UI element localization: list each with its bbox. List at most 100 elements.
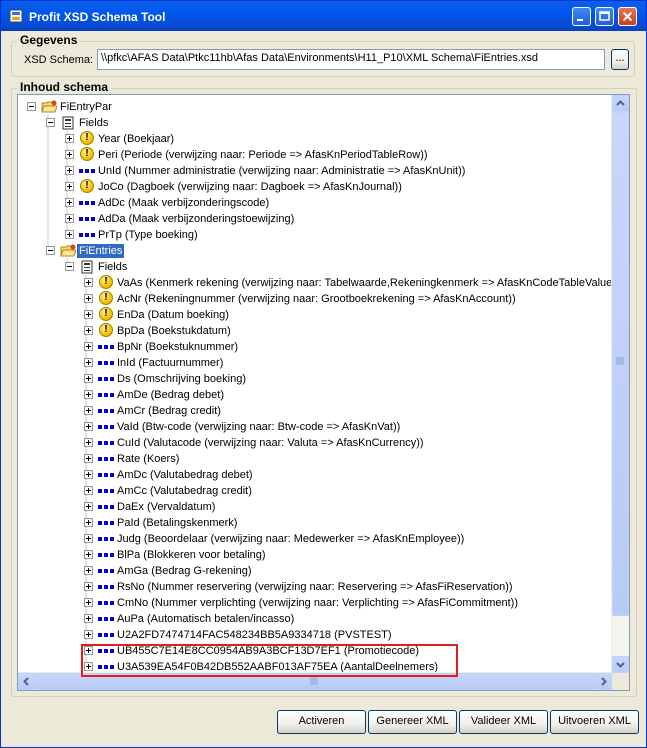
expand-icon[interactable]	[65, 198, 74, 207]
expand-icon[interactable]	[84, 358, 93, 367]
tree-node-label[interactable]: Fields	[79, 116, 108, 130]
expand-icon[interactable]	[84, 598, 93, 607]
expand-icon[interactable]	[84, 534, 93, 543]
expand-icon[interactable]	[65, 230, 74, 239]
browse-button[interactable]: ...	[611, 49, 629, 70]
tree-node[interactable]: PrTp (Type boeking)	[18, 227, 612, 243]
tree-node[interactable]: Rate (Koers)	[18, 451, 612, 467]
tree-node[interactable]: UnId (Nummer administratie (verwijzing n…	[18, 163, 612, 179]
expand-icon[interactable]	[84, 294, 93, 303]
tree-node-label[interactable]: AmDc (Valutabedrag debet)	[117, 468, 253, 482]
tree-node[interactable]: AmDc (Valutabedrag debet)	[18, 467, 612, 483]
tree-node[interactable]: InId (Factuurnummer)	[18, 355, 612, 371]
minimize-button[interactable]	[572, 7, 591, 26]
tree-node-label[interactable]: AmCr (Bedrag credit)	[117, 404, 221, 418]
uitvoeren-xml-button[interactable]: Uitvoeren XML	[550, 710, 639, 734]
tree-node[interactable]: AmDe (Bedrag debet)	[18, 387, 612, 403]
genereer-xml-button[interactable]: Genereer XML	[368, 710, 457, 734]
expand-icon[interactable]	[84, 470, 93, 479]
expand-icon[interactable]	[84, 438, 93, 447]
tree-node[interactable]: VaId (Btw-code (verwijzing naar: Btw-cod…	[18, 419, 612, 435]
tree-node[interactable]: AmCc (Valutabedrag credit)	[18, 483, 612, 499]
tree-node-label[interactable]: BpNr (Boekstuknummer)	[117, 340, 238, 354]
maximize-button[interactable]	[595, 7, 614, 26]
vertical-scroll-thumb[interactable]	[612, 112, 629, 616]
expand-icon[interactable]	[84, 582, 93, 591]
expand-icon[interactable]	[84, 454, 93, 463]
tree-node-label[interactable]: PrTp (Type boeking)	[98, 228, 198, 242]
tree-node-label[interactable]: AdDa (Maak verbijzonderingstoewijzing)	[98, 212, 294, 226]
tree-node[interactable]: BlPa (Blokkeren voor betaling)	[18, 547, 612, 563]
xsd-schema-path-field[interactable]: \\pfkc\AFAS Data\Ptkc11hb\Afas Data\Envi…	[97, 49, 605, 70]
tree-node-label[interactable]: FiEntries	[77, 244, 125, 258]
tree-node-label[interactable]: FiEntryPar	[60, 100, 112, 114]
expand-icon[interactable]	[84, 342, 93, 351]
tree-node[interactable]: ! Year (Boekjaar)	[18, 131, 612, 147]
tree-node[interactable]: CuId (Valutacode (verwijzing naar: Valut…	[18, 435, 612, 451]
activeren-button[interactable]: Activeren	[277, 710, 366, 734]
vertical-scrollbar[interactable]	[611, 95, 629, 673]
tree-node[interactable]: RsNo (Nummer reservering (verwijzing naa…	[18, 579, 612, 595]
expand-icon[interactable]	[84, 630, 93, 639]
valideer-xml-button[interactable]: Valideer XML	[459, 710, 548, 734]
tree-node-label[interactable]: AmGa (Bedrag G-rekening)	[117, 564, 252, 578]
scroll-down-button[interactable]	[612, 656, 629, 673]
tree-node-label[interactable]: DaEx (Vervaldatum)	[117, 500, 215, 514]
tree-node-label[interactable]: AmCc (Valutabedrag credit)	[117, 484, 252, 498]
expand-icon[interactable]	[84, 486, 93, 495]
expand-icon[interactable]	[84, 374, 93, 383]
tree-node[interactable]: BpNr (Boekstuknummer)	[18, 339, 612, 355]
expand-icon[interactable]	[84, 566, 93, 575]
scroll-left-button[interactable]	[18, 673, 35, 690]
expand-icon[interactable]	[84, 406, 93, 415]
tree-node-label[interactable]: Ds (Omschrijving boeking)	[117, 372, 246, 386]
title-bar[interactable]: Profit XSD Schema Tool	[1, 1, 646, 31]
expand-icon[interactable]	[84, 422, 93, 431]
tree-node-label[interactable]: EnDa (Datum boeking)	[117, 308, 229, 322]
tree-node-label[interactable]: RsNo (Nummer reservering (verwijzing naa…	[117, 580, 513, 594]
tree-node-label[interactable]: CuId (Valutacode (verwijzing naar: Valut…	[117, 436, 424, 450]
tree-node[interactable]: CmNo (Nummer verplichting (verwijzing na…	[18, 595, 612, 611]
tree-node-label[interactable]: AuPa (Automatisch betalen/incasso)	[117, 612, 294, 626]
tree-node-label[interactable]: Fields	[98, 260, 127, 274]
scroll-right-button[interactable]	[595, 673, 612, 690]
tree-node[interactable]: AdDc (Maak verbijzonderingscode)	[18, 195, 612, 211]
tree-node[interactable]: ! AcNr (Rekeningnummer (verwijzing naar: …	[18, 291, 612, 307]
tree-node[interactable]: Fields	[18, 115, 612, 131]
tree-node-label[interactable]: JoCo (Dagboek (verwijzing naar: Dagboek …	[98, 180, 402, 194]
expand-icon[interactable]	[84, 390, 93, 399]
tree-node[interactable]: AmGa (Bedrag G-rekening)	[18, 563, 612, 579]
collapse-icon[interactable]	[46, 246, 55, 255]
expand-icon[interactable]	[84, 310, 93, 319]
tree-node-label[interactable]: VaAs (Kenmerk rekening (verwijzing naar:…	[117, 276, 620, 290]
tree-node[interactable]: ! BpDa (Boekstukdatum)	[18, 323, 612, 339]
tree-node-label[interactable]: VaId (Btw-code (verwijzing naar: Btw-cod…	[117, 420, 400, 434]
scroll-up-button[interactable]	[612, 95, 629, 112]
tree-node[interactable]: ! EnDa (Datum boeking)	[18, 307, 612, 323]
schema-tree[interactable]: FiEntryPar Fields! Year (Boekjaar)! Peri (P…	[17, 94, 630, 691]
tree-node[interactable]: AdDa (Maak verbijzonderingstoewijzing)	[18, 211, 612, 227]
tree-node[interactable]: DaEx (Vervaldatum)	[18, 499, 612, 515]
tree-node[interactable]: FiEntryPar	[18, 99, 612, 115]
collapse-icon[interactable]	[27, 102, 36, 111]
tree-node-label[interactable]: BlPa (Blokkeren voor betaling)	[117, 548, 266, 562]
close-button[interactable]	[618, 7, 637, 26]
tree-node[interactable]: ! VaAs (Kenmerk rekening (verwijzing naar…	[18, 275, 620, 291]
expand-icon[interactable]	[65, 134, 74, 143]
expand-icon[interactable]	[84, 550, 93, 559]
tree-node[interactable]: AuPa (Automatisch betalen/incasso)	[18, 611, 612, 627]
tree-node-label[interactable]: PaId (Betalingskenmerk)	[117, 516, 237, 530]
expand-icon[interactable]	[84, 502, 93, 511]
tree-node[interactable]: Ds (Omschrijving boeking)	[18, 371, 612, 387]
tree-node-label[interactable]: AcNr (Rekeningnummer (verwijzing naar: G…	[117, 292, 516, 306]
expand-icon[interactable]	[65, 150, 74, 159]
tree-node-label[interactable]: CmNo (Nummer verplichting (verwijzing na…	[117, 596, 518, 610]
expand-icon[interactable]	[84, 326, 93, 335]
tree-node[interactable]: PaId (Betalingskenmerk)	[18, 515, 612, 531]
expand-icon[interactable]	[84, 614, 93, 623]
expand-icon[interactable]	[65, 214, 74, 223]
expand-icon[interactable]	[84, 518, 93, 527]
expand-icon[interactable]	[84, 278, 93, 287]
tree-node[interactable]: ! Peri (Periode (verwijzing naar: Periode…	[18, 147, 612, 163]
tree-node[interactable]: Fields	[18, 259, 612, 275]
